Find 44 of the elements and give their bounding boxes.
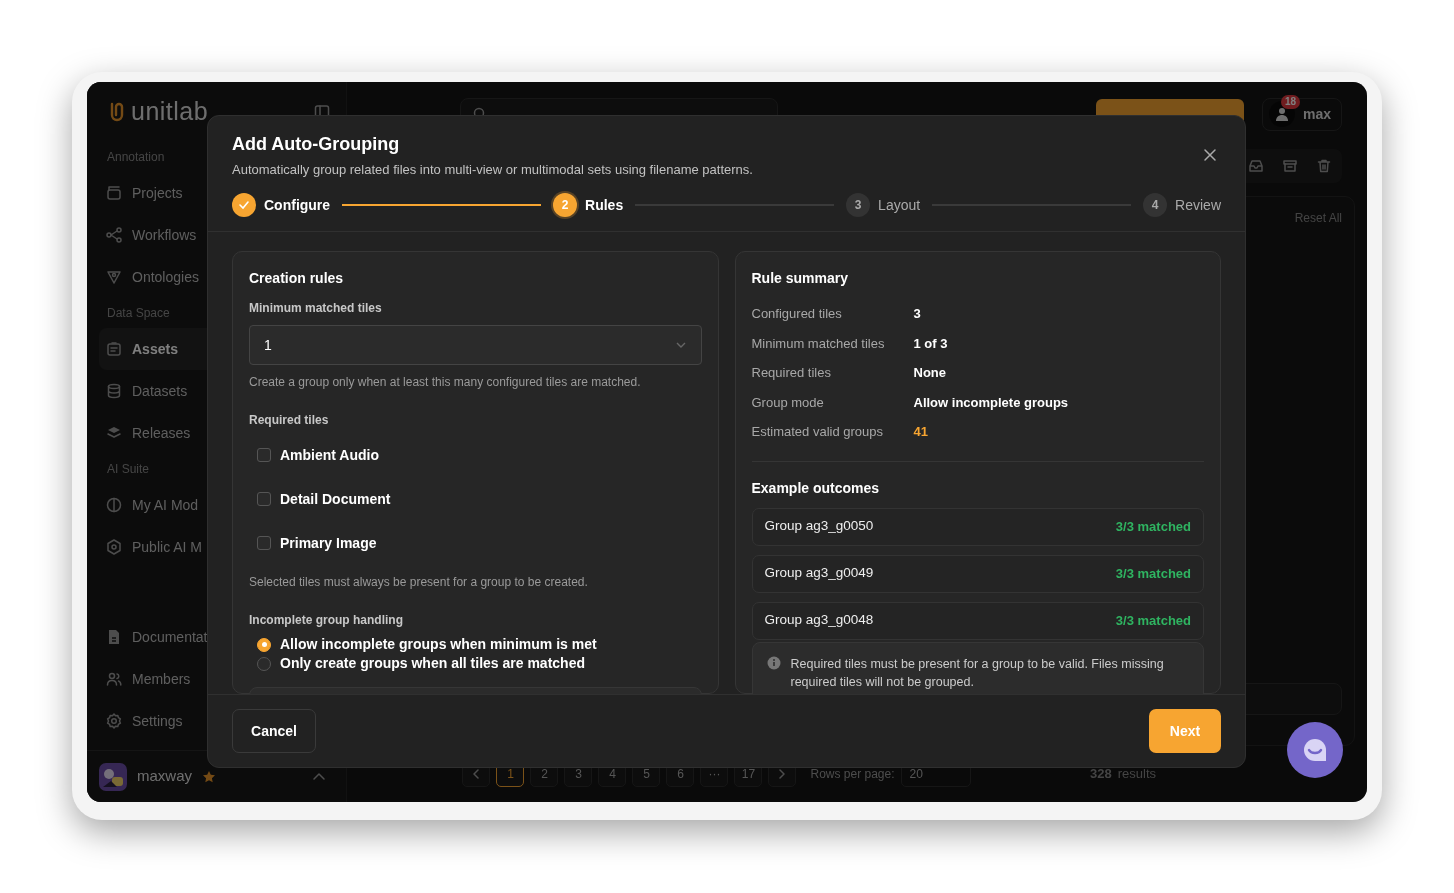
group-name: Group ag3_g0048	[764, 611, 874, 630]
dialog-subtitle: Automatically group related files into multi-view or multimodal sets using filename patterns.	[232, 160, 753, 179]
group-name: Group ag3_g0049	[764, 564, 874, 583]
checkbox-label: Ambient Audio	[280, 445, 380, 465]
match-status: 3/3 matched	[1115, 517, 1191, 536]
section-heading: Annotation	[107, 149, 165, 166]
field-label: Incomplete group handling	[249, 612, 404, 630]
step-indicator: 2	[553, 193, 578, 218]
logo-text: unitlab	[131, 96, 209, 128]
checkbox-label: Detail Document	[280, 489, 391, 509]
summary-label: Group mode	[751, 393, 825, 412]
radio-label: Only create groups when all tiles are matched	[280, 654, 585, 674]
notification-badge: 18	[1280, 94, 1301, 109]
user-name: maxway	[137, 766, 192, 787]
summary-label: Required tiles	[751, 364, 832, 383]
summary-value: Allow incomplete groups	[913, 393, 1069, 412]
summary-value: 41	[913, 423, 928, 442]
summary-label: Estimated valid groups	[751, 423, 884, 442]
summary-label: Minimum matched tiles	[751, 334, 886, 353]
card-title: Creation rules	[249, 269, 345, 289]
checkbox-label: Primary Image	[280, 533, 377, 553]
match-status: 3/3 matched	[1115, 611, 1191, 630]
field-label: Required tiles	[249, 412, 330, 430]
rows-per-page-label: Rows per page:	[810, 766, 895, 783]
section-heading: AI Suite	[107, 461, 150, 478]
step-indicator: 4	[1143, 193, 1168, 218]
radio-label: Allow incomplete groups when minimum is met	[280, 635, 597, 655]
summary-value: 1 of 3	[913, 334, 948, 353]
results-count: 328	[1090, 765, 1112, 784]
section-title: Example outcomes	[751, 478, 881, 498]
dialog-title: Add Auto-Grouping	[232, 134, 401, 156]
summary-value: None	[913, 364, 946, 383]
note-text: Required tiles must be present for a group to be valid. Files missing required tiles will not be grouped.	[790, 655, 1165, 692]
group-name: Group ag3_g0050	[764, 517, 874, 536]
card-title: Rule summary	[751, 269, 849, 289]
field-label: Minimum matched tiles	[249, 300, 383, 318]
results-label: results	[1117, 765, 1156, 784]
help-text: Create a group only when at least this many configured tiles are matched.	[249, 374, 642, 392]
summary-value: 3	[913, 305, 921, 324]
summary-label: Configured tiles	[751, 305, 843, 324]
help-text: Selected tiles must always be present for a group to be created.	[249, 574, 589, 592]
step-indicator: 3	[846, 193, 871, 218]
section-heading: Data Space	[107, 305, 170, 322]
match-status: 3/3 matched	[1115, 564, 1191, 583]
